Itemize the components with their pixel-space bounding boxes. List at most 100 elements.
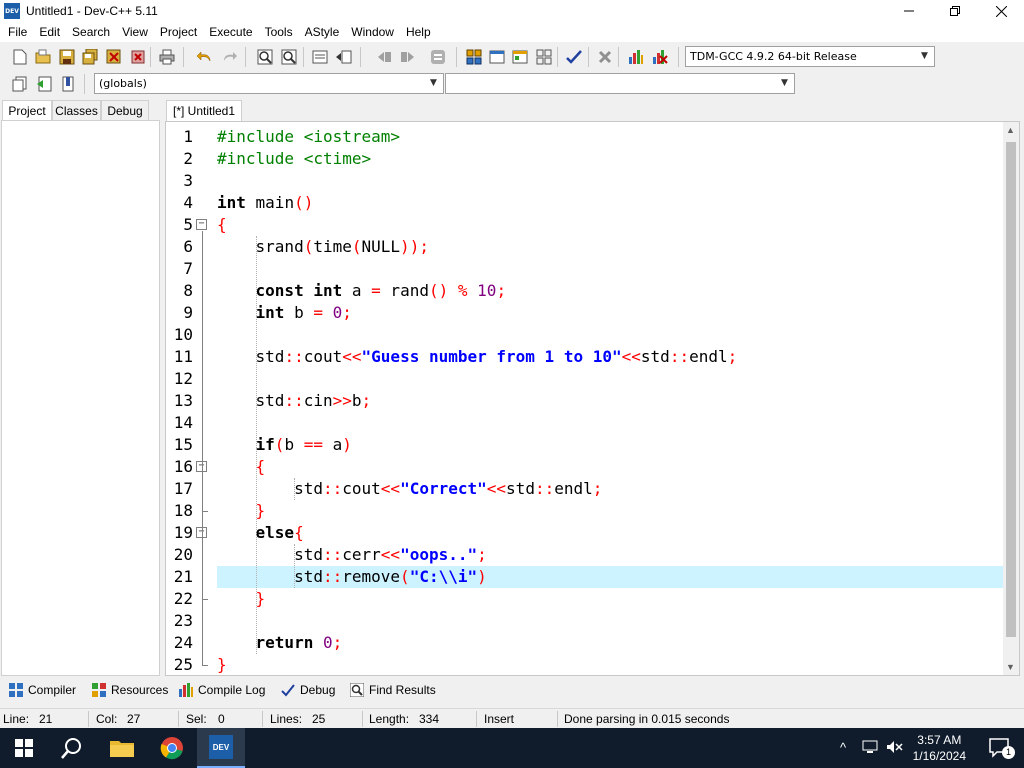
code-line[interactable]: std::cout<<"Guess number from 1 to 10"<<… [217, 346, 1003, 368]
code-area[interactable]: #include <iostream> #include <ctime> int m… [217, 122, 1003, 675]
new-file-button[interactable] [10, 47, 30, 67]
code-line[interactable] [217, 324, 1003, 346]
menu-search[interactable]: Search [66, 22, 116, 42]
open-file-button[interactable] [33, 47, 53, 67]
save-all-button[interactable] [80, 47, 100, 67]
goto-bookmark-button[interactable] [334, 47, 354, 67]
toggle-comment-button[interactable] [428, 47, 448, 67]
tab-find-results[interactable]: Find Results [349, 680, 436, 700]
code-line[interactable]: std::cerr<<"oops.."; [217, 544, 1003, 566]
line-number: 20 [173, 545, 193, 564]
code-line[interactable] [217, 368, 1003, 390]
code-editor[interactable]: 1 2 3 4 5 6 7 8 9 10 11 12 13 14 15 16 17 18 19 20 21 22 23 24 2… [165, 121, 1020, 676]
symbol-select[interactable]: ▼ [445, 73, 795, 94]
menu-window[interactable]: Window [345, 22, 400, 42]
code-line[interactable]: return 0; [217, 632, 1003, 654]
syntax-check-button[interactable] [564, 47, 584, 67]
code-line[interactable] [217, 170, 1003, 192]
tab-project[interactable]: Project [2, 100, 52, 121]
code-line[interactable]: srand(time(NULL)); [217, 236, 1003, 258]
editor-tab-untitled1[interactable]: [*] Untitled1 [166, 100, 242, 121]
code-line[interactable] [217, 610, 1003, 632]
chevron-up-icon[interactable]: ^ [840, 740, 846, 755]
close-all-button[interactable] [128, 47, 148, 67]
maximize-button[interactable] [932, 0, 978, 22]
close-file-button[interactable] [104, 47, 124, 67]
rebuild-all-button[interactable] [534, 47, 554, 67]
volume-muted-icon[interactable] [886, 740, 904, 757]
chevron-down-icon: ▼ [921, 51, 928, 61]
save-button[interactable] [57, 47, 77, 67]
code-line[interactable]: int b = 0; [217, 302, 1003, 324]
menu-tools[interactable]: Tools [259, 22, 299, 42]
stop-execution-button[interactable] [595, 47, 615, 67]
fold-collapse-icon[interactable]: − [196, 219, 207, 230]
menu-project[interactable]: Project [154, 22, 203, 42]
code-line[interactable]: } [217, 654, 1003, 675]
tab-resources[interactable]: Resources [91, 680, 168, 700]
code-line[interactable]: std::cout<<"Correct"<<std::endl; [217, 478, 1003, 500]
line-number-gutter: 1 2 3 4 5 6 7 8 9 10 11 12 13 14 15 16 17 18 19 20 21 22 23 24 2… [166, 122, 214, 675]
code-line[interactable] [217, 258, 1003, 280]
code-line[interactable]: std::cin>>b; [217, 390, 1003, 412]
delete-profile-button[interactable] [650, 47, 670, 67]
scroll-down-icon[interactable]: ▼ [1006, 662, 1015, 672]
menu-execute[interactable]: Execute [203, 22, 258, 42]
toggle-bookmark-button[interactable] [58, 74, 78, 94]
undo-button[interactable] [195, 47, 215, 67]
line-number: 13 [173, 391, 193, 410]
taskbar-devcpp[interactable]: DEV [197, 728, 245, 768]
code-line[interactable]: } [217, 588, 1003, 610]
profile-button[interactable] [626, 47, 646, 67]
project-browser[interactable] [1, 120, 160, 676]
print-button[interactable] [157, 47, 177, 67]
menu-astyle[interactable]: AStyle [299, 22, 346, 42]
compile-run-button[interactable] [510, 47, 530, 67]
code-line[interactable]: else{ [217, 522, 1003, 544]
network-icon[interactable] [862, 740, 878, 757]
code-line[interactable] [217, 412, 1003, 434]
vertical-scrollbar[interactable]: ▲ ▼ [1003, 122, 1019, 675]
insert-button[interactable] [34, 74, 54, 94]
code-line[interactable]: int main() [217, 192, 1003, 214]
code-line[interactable]: const int a = rand() % 10; [217, 280, 1003, 302]
find-button[interactable] [255, 47, 275, 67]
compile-button[interactable] [464, 47, 484, 67]
close-button[interactable] [978, 0, 1024, 22]
tab-compiler[interactable]: Compiler [8, 680, 76, 700]
tab-debug[interactable]: Debug [101, 100, 149, 121]
start-button[interactable] [0, 728, 48, 768]
tab-compile-log[interactable]: Compile Log [178, 680, 265, 700]
line-number: 6 [183, 237, 193, 256]
scroll-up-icon[interactable]: ▲ [1006, 125, 1015, 135]
code-line[interactable]: std::remove("C:\\i") [217, 566, 1003, 588]
code-line[interactable]: } [217, 500, 1003, 522]
code-line[interactable]: #include <ctime> [217, 148, 1003, 170]
minimize-button[interactable] [886, 0, 932, 22]
code-line[interactable]: #include <iostream> [217, 126, 1003, 148]
run-button[interactable] [487, 47, 507, 67]
taskbar-chrome[interactable] [148, 728, 196, 768]
notification-center-button[interactable]: 1 [976, 728, 1024, 768]
tab-classes[interactable]: Classes [52, 100, 101, 121]
compiler-select[interactable]: TDM-GCC 4.9.2 64-bit Release ▼ [685, 46, 935, 67]
replace-button[interactable] [279, 47, 299, 67]
unindent-button[interactable] [398, 47, 418, 67]
taskbar-clock[interactable]: 3:57 AM 1/16/2024 [913, 732, 966, 764]
scope-select[interactable]: (globals) ▼ [94, 73, 444, 94]
search-button[interactable] [48, 728, 96, 768]
scrollbar-thumb[interactable] [1006, 142, 1016, 637]
menu-file[interactable]: File [2, 22, 33, 42]
code-line[interactable]: if(b == a) [217, 434, 1003, 456]
code-line[interactable]: { [217, 214, 1003, 236]
goto-line-button[interactable] [310, 47, 330, 67]
redo-button[interactable] [219, 47, 239, 67]
new-project-button[interactable] [10, 74, 30, 94]
taskbar-file-explorer[interactable] [98, 728, 146, 768]
menu-edit[interactable]: Edit [33, 22, 66, 42]
tab-debug-output[interactable]: Debug [280, 680, 335, 700]
code-line[interactable]: { [217, 456, 1003, 478]
menu-help[interactable]: Help [400, 22, 437, 42]
menu-view[interactable]: View [116, 22, 154, 42]
indent-button[interactable] [374, 47, 394, 67]
